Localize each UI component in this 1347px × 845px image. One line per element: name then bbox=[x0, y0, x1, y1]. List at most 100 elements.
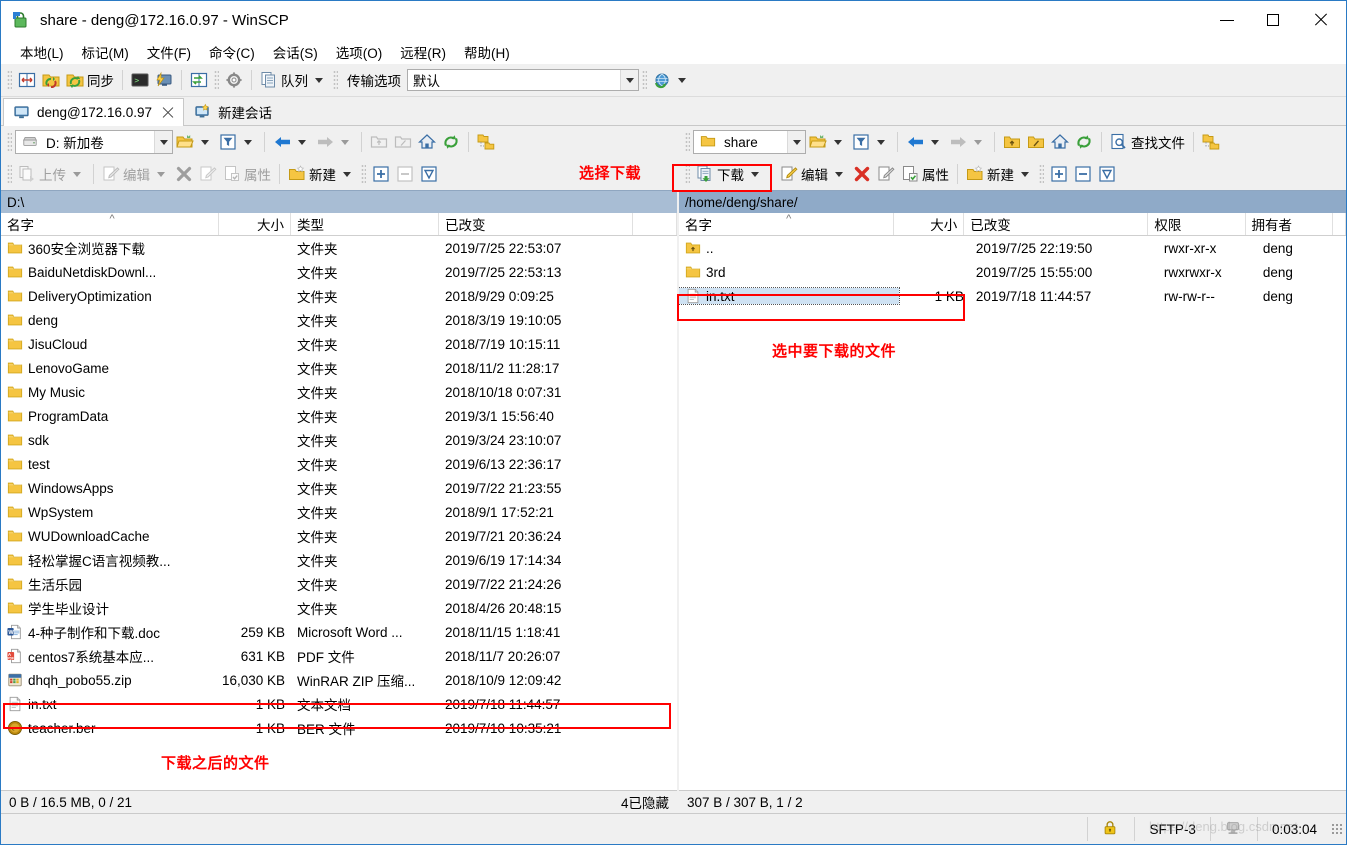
remote-select-group-button[interactable] bbox=[1047, 161, 1071, 187]
table-row[interactable]: 360安全浏览器下载 文件夹 2019/7/25 22:53:07 bbox=[1, 236, 677, 260]
remote-parent-dir-button[interactable] bbox=[1000, 129, 1024, 155]
chevron-down-icon[interactable] bbox=[201, 139, 209, 145]
local-unselect-group-button[interactable] bbox=[393, 161, 417, 187]
chevron-down-icon[interactable] bbox=[1021, 171, 1029, 177]
table-row[interactable]: W 4-种子制作和下载.doc 259 KB Microsoft Word ... 20… bbox=[1, 620, 677, 644]
close-button[interactable] bbox=[1296, 1, 1346, 39]
local-row-name[interactable]: JisuCloud bbox=[1, 336, 219, 352]
table-row[interactable]: 轻松掌握C语言视频教... 文件夹 2019/6/19 17:14:34 bbox=[1, 548, 677, 572]
chevron-down-icon[interactable] bbox=[298, 139, 306, 145]
local-row-name[interactable]: 轻松掌握C语言视频教... bbox=[1, 550, 219, 570]
table-row[interactable]: 生活乐园 文件夹 2019/7/22 21:24:26 bbox=[1, 572, 677, 596]
local-properties-button[interactable]: 属性 bbox=[220, 161, 274, 187]
table-row[interactable]: in.txt 1 KB 文本文档 2019/7/18 11:44:57 bbox=[1, 692, 677, 716]
local-col-size[interactable]: 大小 bbox=[219, 213, 291, 235]
local-action-grip[interactable] bbox=[7, 164, 12, 184]
local-row-name[interactable]: e teacher.ber bbox=[1, 720, 219, 736]
chevron-down-icon[interactable] bbox=[974, 139, 982, 145]
local-row-name[interactable]: deng bbox=[1, 312, 219, 328]
table-row[interactable]: .. 2019/7/25 22:19:50 rwxr-xr-x deng bbox=[679, 236, 1346, 260]
remote-root-dir-button[interactable] bbox=[1024, 129, 1048, 155]
local-select-group-button[interactable] bbox=[369, 161, 393, 187]
local-row-name[interactable]: W 4-种子制作和下载.doc bbox=[1, 622, 219, 642]
remote-dir-tree-button[interactable] bbox=[1199, 129, 1223, 155]
table-row[interactable]: dhqh_pobo55.zip 16,030 KB WinRAR ZIP 压缩...… bbox=[1, 668, 677, 692]
transfer-preset-combo[interactable]: 默认 bbox=[407, 69, 639, 91]
tab-close-icon[interactable] bbox=[162, 107, 174, 119]
chevron-down-icon[interactable] bbox=[931, 139, 939, 145]
remote-edit-button[interactable]: 编辑 bbox=[777, 161, 850, 187]
tab-new-session[interactable]: 新建会话 bbox=[184, 97, 282, 125]
toolbar-grip[interactable] bbox=[7, 70, 12, 90]
local-delete-button[interactable] bbox=[172, 161, 196, 187]
local-parent-dir-button[interactable] bbox=[367, 129, 391, 155]
chevron-down-icon[interactable] bbox=[343, 171, 351, 177]
local-select-all-button[interactable] bbox=[417, 161, 441, 187]
remote-dir-combo[interactable]: share bbox=[693, 130, 806, 154]
local-dir-tree-button[interactable] bbox=[474, 129, 498, 155]
chevron-down-icon[interactable] bbox=[877, 139, 885, 145]
local-open-dir-button[interactable] bbox=[173, 129, 216, 155]
remote-properties-button[interactable]: 属性 bbox=[898, 161, 952, 187]
local-back-button[interactable] bbox=[270, 129, 313, 155]
local-row-name[interactable]: 360安全浏览器下载 bbox=[1, 238, 219, 258]
local-rename-button[interactable] bbox=[196, 161, 220, 187]
minimize-button[interactable] bbox=[1204, 1, 1250, 39]
local-row-name[interactable]: WUDownloadCache bbox=[1, 528, 219, 544]
remote-col-owner[interactable]: 拥有者 bbox=[1246, 213, 1333, 235]
local-row-name[interactable]: LenovoGame bbox=[1, 360, 219, 376]
remote-dir-dropdown-button[interactable] bbox=[787, 131, 805, 153]
table-row[interactable]: DeliveryOptimization 文件夹 2018/9/29 0:09:25 bbox=[1, 284, 677, 308]
table-row[interactable]: My Music 文件夹 2018/10/18 0:07:31 bbox=[1, 380, 677, 404]
local-col-name[interactable]: 名字 ^ bbox=[1, 213, 219, 235]
chevron-down-icon[interactable] bbox=[315, 77, 323, 83]
synchronize-browsing-button[interactable] bbox=[15, 67, 39, 93]
table-row[interactable]: 3rd 2019/7/25 15:55:00 rwxrwxr-x deng bbox=[679, 260, 1346, 284]
remote-row-name[interactable]: in.txt bbox=[679, 287, 900, 305]
menu-remote[interactable]: 远程(R) bbox=[391, 40, 455, 64]
remote-forward-button[interactable] bbox=[946, 129, 989, 155]
keep-remote-dir-up-to-date-button[interactable] bbox=[39, 67, 63, 93]
remote-refresh-button[interactable] bbox=[1072, 129, 1096, 155]
remote-unselect-group-button[interactable] bbox=[1071, 161, 1095, 187]
remote-back-button[interactable] bbox=[903, 129, 946, 155]
remote-delete-button[interactable] bbox=[850, 161, 874, 187]
chevron-down-icon[interactable] bbox=[751, 171, 759, 177]
local-drive-combo[interactable]: D: 新加卷 bbox=[15, 130, 173, 154]
table-row[interactable]: in.txt 1 KB 2019/7/18 11:44:57 rw-rw-r-- den… bbox=[679, 284, 1346, 308]
local-action-grip-2[interactable] bbox=[361, 164, 366, 184]
local-row-name[interactable]: test bbox=[1, 456, 219, 472]
toolbar-grip-2[interactable] bbox=[214, 70, 219, 90]
local-row-name[interactable]: DeliveryOptimization bbox=[1, 288, 219, 304]
chevron-down-icon[interactable] bbox=[341, 139, 349, 145]
table-row[interactable]: BaiduNetdiskDownl... 文件夹 2019/7/25 22:53:1… bbox=[1, 260, 677, 284]
local-row-name[interactable]: 学生毕业设计 bbox=[1, 598, 219, 618]
table-row[interactable]: WpSystem 文件夹 2018/9/1 17:52:21 bbox=[1, 500, 677, 524]
local-edit-button[interactable]: 编辑 bbox=[99, 161, 172, 187]
preferences-button[interactable] bbox=[222, 67, 246, 93]
remote-new-button[interactable]: 新建 bbox=[963, 161, 1036, 187]
remote-col-size[interactable]: 大小 bbox=[894, 213, 965, 235]
menu-help[interactable]: 帮助(H) bbox=[455, 40, 519, 64]
remote-row-name[interactable]: 3rd bbox=[679, 264, 899, 280]
local-row-name[interactable]: My Music bbox=[1, 384, 219, 400]
local-forward-button[interactable] bbox=[313, 129, 356, 155]
remote-filter-button[interactable] bbox=[849, 129, 892, 155]
local-row-name[interactable]: sdk bbox=[1, 432, 219, 448]
chevron-down-icon[interactable] bbox=[835, 171, 843, 177]
table-row[interactable]: sdk 文件夹 2019/3/24 23:10:07 bbox=[1, 428, 677, 452]
find-files-button[interactable]: 查找文件 bbox=[1107, 129, 1188, 155]
menu-options[interactable]: 选项(O) bbox=[327, 40, 392, 64]
menu-file[interactable]: 文件(F) bbox=[138, 40, 200, 64]
local-file-list[interactable]: 360安全浏览器下载 文件夹 2019/7/25 22:53:07 BaiduNetd… bbox=[1, 236, 677, 790]
local-nav-grip[interactable] bbox=[7, 132, 12, 152]
local-drive-dropdown-button[interactable] bbox=[154, 131, 172, 153]
remote-action-grip-2[interactable] bbox=[1039, 164, 1044, 184]
download-button[interactable]: 下载 bbox=[693, 161, 766, 187]
local-row-name[interactable]: WpSystem bbox=[1, 504, 219, 520]
remote-col-name[interactable]: 名字 ^ bbox=[679, 213, 895, 235]
local-col-type[interactable]: 类型 bbox=[291, 213, 439, 235]
menu-local[interactable]: 本地(L) bbox=[11, 40, 73, 64]
toolbar-grip-3[interactable] bbox=[333, 70, 338, 90]
transfer-settings-button[interactable] bbox=[650, 67, 693, 93]
